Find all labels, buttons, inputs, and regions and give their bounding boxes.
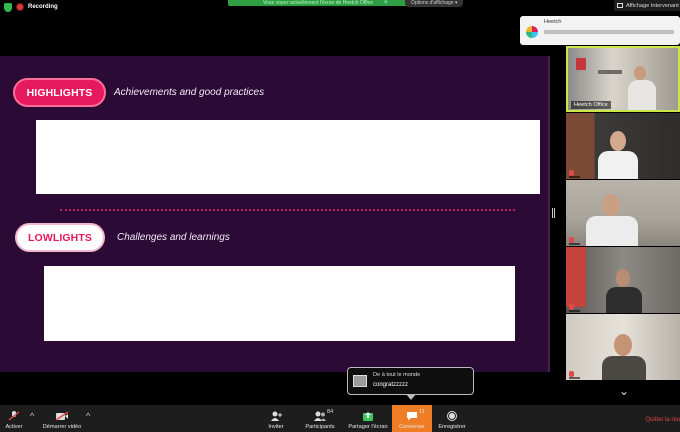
speaker-view-label: Affichage Intervenant bbox=[626, 2, 679, 9]
participants-label: Participants bbox=[305, 424, 335, 430]
invite-label: Inviter bbox=[268, 424, 284, 430]
share-screen-label: Partager l'écran bbox=[348, 424, 388, 430]
view-options-button[interactable]: Options d'affichage ▾ bbox=[405, 0, 464, 7]
avatar bbox=[353, 375, 367, 387]
start-video-label: Démarrer vidéo bbox=[42, 424, 82, 430]
participant-body bbox=[602, 356, 646, 380]
chat-popup-pointer bbox=[406, 394, 416, 400]
invite-button[interactable]: Inviter bbox=[264, 405, 288, 432]
share-screen-button[interactable]: Partager l'écran bbox=[346, 405, 390, 432]
chat-button[interactable]: Converser bbox=[392, 405, 432, 432]
close-icon[interactable]: × bbox=[384, 0, 388, 6]
lowlights-pill: LOWLIGHTS bbox=[15, 223, 105, 252]
video-tile[interactable] bbox=[566, 180, 680, 246]
participant-name bbox=[569, 377, 580, 379]
split-resize-handle[interactable] bbox=[552, 208, 555, 218]
video-tile[interactable] bbox=[566, 247, 680, 313]
chat-notification[interactable]: De à tout le monde congratzzzzz bbox=[347, 367, 474, 395]
invite-user-icon bbox=[271, 411, 282, 421]
record-label: Enregistrer bbox=[438, 424, 466, 430]
lowlights-subtitle: Challenges and learnings bbox=[117, 232, 230, 243]
participants-count: 84 bbox=[327, 409, 334, 415]
highlights-content bbox=[36, 120, 540, 194]
section-divider bbox=[60, 209, 515, 211]
participant-body bbox=[628, 80, 656, 110]
participants-icon bbox=[314, 411, 326, 421]
chat-bubble-icon bbox=[407, 412, 417, 421]
red-wall bbox=[566, 247, 586, 307]
participant-name bbox=[569, 243, 580, 245]
highlights-subtitle: Achievements and good practices bbox=[114, 87, 265, 98]
lowlights-content bbox=[44, 266, 515, 341]
video-tile[interactable] bbox=[566, 314, 680, 380]
slack-notification[interactable]: Heetch bbox=[520, 16, 680, 45]
mic-off-icon bbox=[8, 411, 20, 421]
record-icon bbox=[447, 411, 457, 421]
mic-options-chevron[interactable]: ^ bbox=[30, 411, 34, 421]
video-tile[interactable] bbox=[566, 113, 680, 179]
slack-icon bbox=[526, 26, 538, 38]
shield-icon bbox=[4, 2, 12, 12]
participant-name bbox=[569, 310, 580, 312]
share-screen-icon bbox=[363, 412, 373, 421]
recording-label: Recording bbox=[28, 4, 58, 10]
video-tile[interactable]: Heetch Office bbox=[566, 46, 680, 112]
participant-body bbox=[606, 287, 642, 313]
leave-meeting-button[interactable]: Quitter la réu bbox=[645, 417, 680, 423]
video-off-icon bbox=[55, 411, 69, 421]
participant-head bbox=[602, 194, 620, 216]
participant-body bbox=[586, 216, 638, 246]
participant-head bbox=[614, 334, 632, 356]
participant-name: Heetch Office bbox=[571, 101, 611, 109]
shelf bbox=[598, 70, 622, 74]
participant-body bbox=[598, 151, 638, 179]
speaker-view-icon bbox=[617, 3, 623, 8]
highlights-pill: HIGHLIGHTS bbox=[13, 78, 106, 107]
participant-head bbox=[634, 66, 646, 80]
record-icon bbox=[16, 3, 24, 11]
participant-name bbox=[569, 176, 580, 178]
chat-sender: De à tout le monde bbox=[373, 372, 421, 378]
participant-head bbox=[616, 269, 630, 287]
screen-share-sub bbox=[278, 6, 390, 12]
mute-label: Activer bbox=[5, 424, 23, 430]
record-button[interactable]: Enregistrer bbox=[436, 405, 468, 432]
mute-button[interactable]: Activer bbox=[4, 405, 24, 432]
speaker-view-button[interactable]: Affichage Intervenant bbox=[614, 0, 680, 11]
video-options-chevron[interactable]: ^ bbox=[86, 411, 90, 421]
meeting-toolbar: Activer ^ Démarrer vidéo ^ Inviter Parti… bbox=[0, 405, 680, 432]
start-video-button[interactable]: Démarrer vidéo bbox=[40, 405, 84, 432]
chat-count: 11 bbox=[419, 409, 425, 415]
chat-label: Converser bbox=[399, 424, 425, 430]
wall-poster bbox=[576, 58, 586, 70]
recording-indicator[interactable]: Recording bbox=[4, 1, 58, 13]
chat-message: congratzzzzz bbox=[373, 382, 409, 388]
slide-edge bbox=[548, 56, 550, 372]
notification-app-name: Heetch bbox=[544, 19, 562, 25]
notification-body bbox=[544, 30, 674, 34]
chevron-down-icon[interactable]: ⌄ bbox=[619, 385, 629, 397]
participant-head bbox=[610, 131, 626, 151]
